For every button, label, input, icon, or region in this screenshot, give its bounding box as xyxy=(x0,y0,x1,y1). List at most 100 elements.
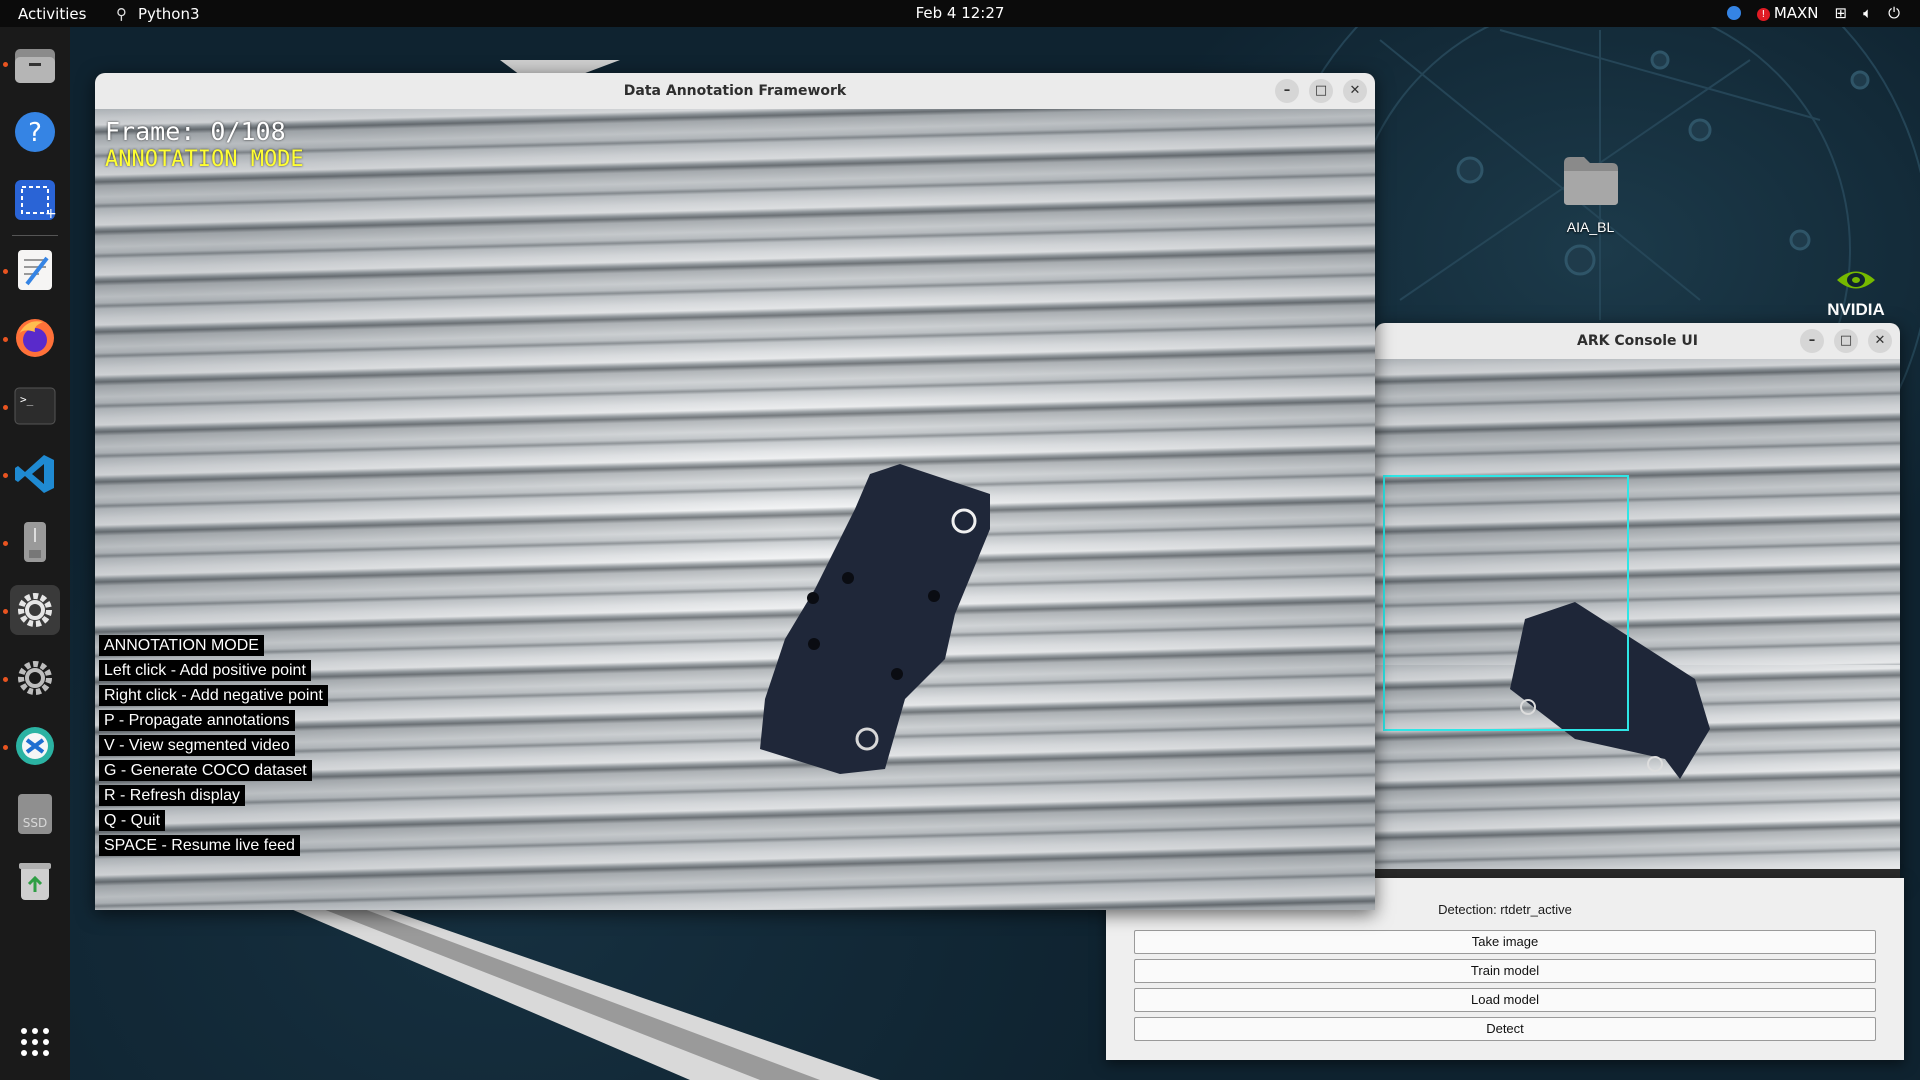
help-line: SPACE - Resume live feed xyxy=(99,835,300,856)
dock-files[interactable] xyxy=(10,40,60,90)
part-hole xyxy=(807,592,819,604)
ark-feed-overlay xyxy=(1383,475,1710,779)
take-image-button[interactable]: Take image xyxy=(1134,930,1876,954)
annotation-maximize-button[interactable]: □ xyxy=(1309,79,1333,103)
train-model-button[interactable]: Train model xyxy=(1134,959,1876,983)
help-line: G - Generate COCO dataset xyxy=(99,760,312,781)
software-update-tray-icon[interactable] xyxy=(1726,6,1741,20)
dock-settings-active[interactable] xyxy=(10,585,60,635)
help-line: R - Refresh display xyxy=(99,785,246,806)
annotation-title-bar[interactable]: Data Annotation Framework – □ ✕ xyxy=(95,73,1375,109)
ark-minimize-button[interactable]: – xyxy=(1800,329,1824,353)
dock-vscode[interactable] xyxy=(10,449,60,499)
dock-ssd-drive[interactable]: SSD xyxy=(10,789,60,839)
app-menu-label: Python3 xyxy=(138,5,200,23)
screenshot-icon: + xyxy=(15,180,57,222)
ark-console-window: ARK Console UI – □ ✕ xyxy=(1375,323,1900,878)
software-updater-icon xyxy=(16,727,54,765)
load-model-button[interactable]: Load model xyxy=(1134,988,1876,1012)
help-icon: ? xyxy=(15,112,55,152)
folder-icon xyxy=(1563,157,1618,205)
ark-close-button[interactable]: ✕ xyxy=(1868,329,1892,353)
power-mode-indicator[interactable]: ! MAXN xyxy=(1756,4,1819,22)
system-tray[interactable]: ! MAXN ⊞ 🔈︎ ⏻ xyxy=(1726,4,1900,22)
python-app-icon: ⚲ xyxy=(116,5,127,23)
svg-text:>_: >_ xyxy=(20,393,34,406)
terminal-icon: >_ xyxy=(14,387,56,425)
show-apps-icon xyxy=(21,1028,49,1056)
running-indicator xyxy=(3,745,8,750)
nvidia-eye-icon xyxy=(1837,271,1875,289)
help-overlay: ANNOTATION MODE Left click - Add positiv… xyxy=(99,635,328,860)
help-line: V - View segmented video xyxy=(99,735,295,756)
power-icon[interactable]: ⏻ xyxy=(1888,4,1900,22)
svg-text:+: + xyxy=(45,206,57,222)
dock-firefox[interactable] xyxy=(10,313,60,363)
desktop-folder-label: AIA_BL xyxy=(1566,219,1615,235)
text-editor-icon xyxy=(18,250,52,290)
power-mode-label: MAXN xyxy=(1773,4,1819,22)
dock-software-updater[interactable] xyxy=(10,721,60,771)
dock-terminal[interactable]: >_ xyxy=(10,381,60,431)
app-menu[interactable]: ⚲ Python3 xyxy=(116,5,200,23)
dock-separator xyxy=(12,235,58,236)
help-line: P - Propagate annotations xyxy=(99,710,295,731)
running-indicator xyxy=(3,337,8,342)
ark-title-bar[interactable]: ARK Console UI – □ ✕ xyxy=(1375,323,1900,359)
target-part xyxy=(760,464,990,774)
part-hole xyxy=(891,668,903,680)
dock-usb-drive[interactable] xyxy=(10,517,60,567)
nvidia-logo: NVIDIA xyxy=(1816,265,1896,320)
detect-button[interactable]: Detect xyxy=(1134,1017,1876,1041)
ark-detected-part xyxy=(1510,602,1710,779)
help-line: Q - Quit xyxy=(99,810,166,831)
desktop-folder-aia-bl[interactable]: AIA_BL xyxy=(1553,155,1628,235)
dock-show-apps[interactable] xyxy=(10,1017,60,1067)
part-hole xyxy=(928,590,940,602)
annotation-canvas[interactable]: Frame: 0/108 ANNOTATION MODE ANNOTATION … xyxy=(95,109,1375,910)
running-indicator xyxy=(3,677,8,682)
activities-button[interactable]: Activities xyxy=(18,5,86,23)
svg-text:?: ? xyxy=(28,118,42,148)
alert-icon: ! xyxy=(1756,8,1770,21)
annotation-minimize-button[interactable]: – xyxy=(1275,79,1299,103)
ark-camera-feed[interactable] xyxy=(1375,359,1900,869)
help-line: ANNOTATION MODE xyxy=(99,635,264,656)
firefox-icon xyxy=(16,319,54,357)
help-line: Right click - Add negative point xyxy=(99,685,328,706)
dock-screenshot[interactable]: + xyxy=(10,175,60,225)
running-indicator xyxy=(3,473,8,478)
annotation-close-button[interactable]: ✕ xyxy=(1343,79,1367,103)
clock[interactable]: Feb 4 12:27 xyxy=(0,4,1920,22)
network-icon[interactable]: ⊞ xyxy=(1835,4,1848,22)
ark-part-hole xyxy=(1647,756,1663,772)
dock-help[interactable]: ? xyxy=(10,107,60,157)
dock-trash[interactable] xyxy=(10,857,60,907)
usb-drive-icon xyxy=(24,522,46,562)
vscode-icon xyxy=(15,455,54,493)
ark-maximize-button[interactable]: □ xyxy=(1834,329,1858,353)
settings-icon xyxy=(18,593,52,627)
top-bar: Activities ⚲ Python3 Feb 4 12:27 ! MAXN ⊞ … xyxy=(0,0,1920,27)
dock: ? + >_ SSD xyxy=(0,27,70,1080)
annotation-window: Data Annotation Framework – □ ✕ Frame: 0… xyxy=(95,73,1375,910)
help-line: Left click - Add positive point xyxy=(99,660,311,681)
part-hole xyxy=(808,638,820,650)
running-indicator xyxy=(3,541,8,546)
volume-icon[interactable]: 🔈︎ xyxy=(1863,4,1872,22)
running-indicator xyxy=(3,405,8,410)
dock-settings[interactable] xyxy=(10,653,60,703)
part-hole xyxy=(842,572,854,584)
frame-counter: Frame: 0/108 xyxy=(105,117,286,146)
mode-indicator: ANNOTATION MODE xyxy=(105,147,304,172)
running-indicator xyxy=(3,609,8,614)
dock-text-editor[interactable] xyxy=(10,245,60,295)
running-indicator xyxy=(3,269,8,274)
running-indicator xyxy=(3,62,8,67)
settings-icon xyxy=(18,661,52,695)
ssd-drive-icon: SSD xyxy=(18,794,52,834)
ssd-label: SSD xyxy=(23,816,47,830)
nvidia-brand-label: NVIDIA xyxy=(1827,300,1885,319)
trash-icon xyxy=(19,863,51,900)
annotation-window-title: Data Annotation Framework xyxy=(623,83,847,99)
